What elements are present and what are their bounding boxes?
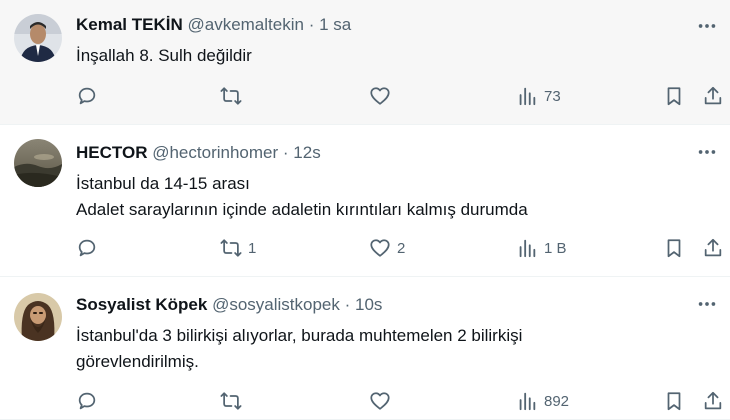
share-icon [702,85,724,107]
like-button[interactable] [369,388,397,414]
like-button[interactable] [369,83,397,109]
share-button[interactable] [702,83,724,109]
views-icon [516,85,538,107]
like-button[interactable]: 2 [369,235,405,261]
views-button[interactable]: 892 [516,388,569,414]
reply-icon [76,390,98,412]
share-button[interactable] [702,235,724,261]
retweet-button[interactable]: 1 [220,235,256,261]
share-icon [702,237,724,259]
tweet[interactable]: HECTOR @hectorinhomer · 12s İstanbul da … [0,125,730,277]
reply-button[interactable] [76,388,104,414]
share-icon [702,390,724,412]
share-button[interactable] [702,388,724,414]
avatar[interactable] [14,14,62,62]
bookmark-icon [663,85,685,107]
tweet-text-line: Adalet saraylarının içinde adaletin kırı… [76,200,528,219]
avatar[interactable] [14,139,62,187]
tweet-text: İstanbul da 14-15 arası Adalet sarayları… [76,171,528,223]
retweet-icon [220,237,242,259]
separator: · [308,15,315,34]
retweet-icon [220,390,242,412]
separator: · [344,295,351,314]
tweet-header: Kemal TEKİN @avkemaltekin · 1 sa [76,15,351,35]
tweet[interactable]: Kemal TEKİN @avkemaltekin · 1 sa İnşalla… [0,0,730,125]
tweet-text-line: İstanbul da 14-15 arası [76,174,250,193]
retweet-icon [220,85,242,107]
bookmark-button[interactable] [663,235,685,261]
views-icon [516,390,538,412]
more-options-icon[interactable] [696,15,718,37]
user-handle[interactable]: @hectorinhomer [152,143,278,162]
action-bar: 1 2 1 B [0,235,730,261]
tweet-text: İstanbul'da 3 bilirkişi alıyorlar, burad… [76,323,522,375]
timestamp[interactable]: 12s [293,143,320,162]
reply-icon [76,85,98,107]
more-options-icon[interactable] [696,293,718,315]
retweet-button[interactable] [220,83,248,109]
display-name[interactable]: HECTOR [76,143,147,162]
display-name[interactable]: Sosyalist Köpek [76,295,207,314]
views-icon [516,237,538,259]
tweet-text-line: İstanbul'da 3 bilirkişi alıyorlar, burad… [76,326,523,345]
bookmark-icon [663,237,685,259]
reply-button[interactable] [76,83,104,109]
tweet-text-line: İnşallah 8. Sulh değildir [76,46,252,65]
tweet-header: Sosyalist Köpek @sosyalistkopek · 10s [76,295,382,315]
timestamp[interactable]: 10s [355,295,382,314]
user-handle[interactable]: @sosyalistkopek [212,295,340,314]
tweet[interactable]: Sosyalist Köpek @sosyalistkopek · 10s İs… [0,277,730,420]
user-handle[interactable]: @avkemaltekin [187,15,303,34]
bookmark-icon [663,390,685,412]
views-count: 73 [544,87,561,105]
display-name[interactable]: Kemal TEKİN [76,15,183,34]
retweet-button[interactable] [220,388,248,414]
bookmark-button[interactable] [663,388,685,414]
bookmark-button[interactable] [663,83,685,109]
tweet-header: HECTOR @hectorinhomer · 12s [76,143,321,163]
views-count: 892 [544,392,570,410]
heart-icon [369,85,391,107]
avatar[interactable] [14,293,62,341]
reply-icon [76,237,98,259]
views-button[interactable]: 1 B [516,235,567,261]
action-bar: 892 [0,388,730,414]
more-options-icon[interactable] [696,141,718,163]
tweet-text-line: görevlendirilmiş. [76,352,199,371]
action-bar: 73 [0,83,730,109]
reply-button[interactable] [76,235,104,261]
tweet-text: İnşallah 8. Sulh değildir [76,43,252,69]
retweet-count: 1 [248,239,257,257]
separator: · [282,143,289,162]
heart-icon [369,390,391,412]
timestamp[interactable]: 1 sa [319,15,351,34]
like-count: 2 [397,239,406,257]
views-button[interactable]: 73 [516,83,561,109]
heart-icon [369,237,391,259]
views-count: 1 B [544,239,567,257]
